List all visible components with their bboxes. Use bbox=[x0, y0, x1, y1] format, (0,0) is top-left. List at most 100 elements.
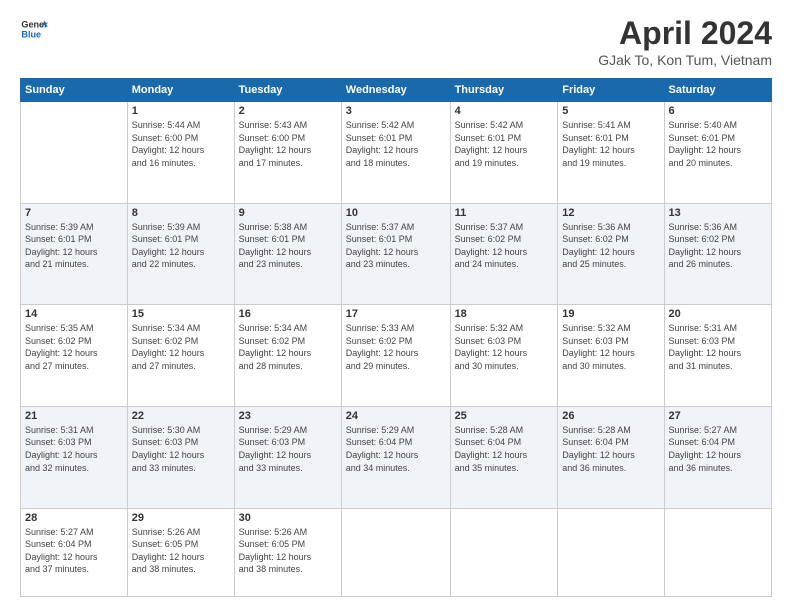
day-info: Sunrise: 5:36 AM Sunset: 6:02 PM Dayligh… bbox=[562, 221, 659, 271]
calendar-day-cell bbox=[21, 102, 128, 204]
calendar-week-row: 7 Sunrise: 5:39 AM Sunset: 6:01 PM Daylig… bbox=[21, 203, 772, 305]
calendar-day-cell: 10Sunrise: 5:37 AM Sunset: 6:01 PM Dayli… bbox=[341, 203, 450, 305]
day-info: Sunrise: 5:32 AM Sunset: 6:03 PM Dayligh… bbox=[455, 322, 554, 372]
calendar-day-cell: 17 Sunrise: 5:33 AM Sunset: 6:02 PM Dayli… bbox=[341, 305, 450, 407]
day-info: Sunrise: 5:42 AM Sunset: 6:01 PM Dayligh… bbox=[346, 119, 446, 169]
header: General Blue April 2024 GJak To, Kon Tum… bbox=[20, 15, 772, 68]
day-info: Sunrise: 5:34 AM Sunset: 6:02 PM Dayligh… bbox=[239, 322, 337, 372]
day-number: 19 bbox=[562, 308, 659, 320]
day-number: 14 bbox=[25, 308, 123, 320]
month-title: April 2024 bbox=[598, 15, 772, 52]
calendar-day-cell: 8Sunrise: 5:39 AM Sunset: 6:01 PM Daylig… bbox=[127, 203, 234, 305]
calendar-day-cell bbox=[664, 508, 771, 597]
day-number: 3 bbox=[346, 105, 446, 117]
calendar-day-cell: 15 Sunrise: 5:34 AM Sunset: 6:02 PM Dayli… bbox=[127, 305, 234, 407]
calendar-table: SundayMondayTuesdayWednesdayThursdayFrid… bbox=[20, 78, 772, 597]
day-number: 11 bbox=[455, 207, 554, 219]
logo: General Blue bbox=[20, 15, 48, 43]
calendar-day-cell bbox=[341, 508, 450, 597]
day-number: 21 bbox=[25, 410, 123, 422]
calendar-day-cell: 24Sunrise: 5:29 AM Sunset: 6:04 PM Dayli… bbox=[341, 406, 450, 508]
calendar-day-cell: 25 Sunrise: 5:28 AM Sunset: 6:04 PM Dayli… bbox=[450, 406, 558, 508]
day-info: Sunrise: 5:43 AM Sunset: 6:00 PM Dayligh… bbox=[239, 119, 337, 169]
day-number: 8 bbox=[132, 207, 230, 219]
calendar-day-cell: 20 Sunrise: 5:31 AM Sunset: 6:03 PM Dayli… bbox=[664, 305, 771, 407]
day-info: Sunrise: 5:41 AM Sunset: 6:01 PM Dayligh… bbox=[562, 119, 659, 169]
day-of-week-header: Saturday bbox=[664, 79, 771, 102]
day-number: 27 bbox=[669, 410, 767, 422]
day-info: Sunrise: 5:33 AM Sunset: 6:02 PM Dayligh… bbox=[346, 322, 446, 372]
calendar-day-cell bbox=[558, 508, 664, 597]
day-info: Sunrise: 5:39 AM Sunset: 6:01 PM Dayligh… bbox=[25, 221, 123, 271]
day-number: 5 bbox=[562, 105, 659, 117]
day-number: 6 bbox=[669, 105, 767, 117]
calendar-day-cell: 18Sunrise: 5:32 AM Sunset: 6:03 PM Dayli… bbox=[450, 305, 558, 407]
day-info: Sunrise: 5:27 AM Sunset: 6:04 PM Dayligh… bbox=[25, 526, 123, 576]
day-info: Sunrise: 5:32 AM Sunset: 6:03 PM Dayligh… bbox=[562, 322, 659, 372]
day-info: Sunrise: 5:26 AM Sunset: 6:05 PM Dayligh… bbox=[132, 526, 230, 576]
calendar-day-cell: 4 Sunrise: 5:42 AM Sunset: 6:01 PM Daylig… bbox=[450, 102, 558, 204]
calendar-day-cell bbox=[450, 508, 558, 597]
calendar-day-cell: 30 Sunrise: 5:26 AM Sunset: 6:05 PM Dayli… bbox=[234, 508, 341, 597]
calendar-day-cell: 9 Sunrise: 5:38 AM Sunset: 6:01 PM Daylig… bbox=[234, 203, 341, 305]
day-info: Sunrise: 5:38 AM Sunset: 6:01 PM Dayligh… bbox=[239, 221, 337, 271]
day-info: Sunrise: 5:42 AM Sunset: 6:01 PM Dayligh… bbox=[455, 119, 554, 169]
day-number: 25 bbox=[455, 410, 554, 422]
calendar-day-cell: 7 Sunrise: 5:39 AM Sunset: 6:01 PM Daylig… bbox=[21, 203, 128, 305]
day-info: Sunrise: 5:35 AM Sunset: 6:02 PM Dayligh… bbox=[25, 322, 123, 372]
day-number: 28 bbox=[25, 512, 123, 524]
day-number: 7 bbox=[25, 207, 123, 219]
calendar-day-cell: 5 Sunrise: 5:41 AM Sunset: 6:01 PM Daylig… bbox=[558, 102, 664, 204]
day-info: Sunrise: 5:27 AM Sunset: 6:04 PM Dayligh… bbox=[669, 424, 767, 474]
calendar-day-cell: 23 Sunrise: 5:29 AM Sunset: 6:03 PM Dayli… bbox=[234, 406, 341, 508]
day-info: Sunrise: 5:31 AM Sunset: 6:03 PM Dayligh… bbox=[669, 322, 767, 372]
calendar-week-row: 14 Sunrise: 5:35 AM Sunset: 6:02 PM Dayli… bbox=[21, 305, 772, 407]
day-of-week-header: Sunday bbox=[21, 79, 128, 102]
day-number: 22 bbox=[132, 410, 230, 422]
calendar-day-cell: 11 Sunrise: 5:37 AM Sunset: 6:02 PM Dayli… bbox=[450, 203, 558, 305]
calendar-week-row: 28 Sunrise: 5:27 AM Sunset: 6:04 PM Dayli… bbox=[21, 508, 772, 597]
day-number: 9 bbox=[239, 207, 337, 219]
day-of-week-header: Thursday bbox=[450, 79, 558, 102]
calendar-day-cell: 29 Sunrise: 5:26 AM Sunset: 6:05 PM Dayli… bbox=[127, 508, 234, 597]
title-section: April 2024 GJak To, Kon Tum, Vietnam bbox=[598, 15, 772, 68]
day-number: 2 bbox=[239, 105, 337, 117]
calendar-day-cell: 14 Sunrise: 5:35 AM Sunset: 6:02 PM Dayli… bbox=[21, 305, 128, 407]
logo-icon: General Blue bbox=[20, 15, 48, 43]
day-info: Sunrise: 5:37 AM Sunset: 6:02 PM Dayligh… bbox=[455, 221, 554, 271]
day-info: Sunrise: 5:28 AM Sunset: 6:04 PM Dayligh… bbox=[562, 424, 659, 474]
calendar-day-cell: 28 Sunrise: 5:27 AM Sunset: 6:04 PM Dayli… bbox=[21, 508, 128, 597]
day-number: 4 bbox=[455, 105, 554, 117]
svg-text:Blue: Blue bbox=[21, 29, 41, 39]
calendar-day-cell: 12 Sunrise: 5:36 AM Sunset: 6:02 PM Dayli… bbox=[558, 203, 664, 305]
day-info: Sunrise: 5:29 AM Sunset: 6:03 PM Dayligh… bbox=[239, 424, 337, 474]
day-info: Sunrise: 5:34 AM Sunset: 6:02 PM Dayligh… bbox=[132, 322, 230, 372]
day-number: 12 bbox=[562, 207, 659, 219]
day-info: Sunrise: 5:36 AM Sunset: 6:02 PM Dayligh… bbox=[669, 221, 767, 271]
day-number: 17 bbox=[346, 308, 446, 320]
day-info: Sunrise: 5:37 AM Sunset: 6:01 PM Dayligh… bbox=[346, 221, 446, 271]
day-info: Sunrise: 5:29 AM Sunset: 6:04 PM Dayligh… bbox=[346, 424, 446, 474]
day-number: 29 bbox=[132, 512, 230, 524]
day-of-week-header: Friday bbox=[558, 79, 664, 102]
calendar-day-cell: 3 Sunrise: 5:42 AM Sunset: 6:01 PM Daylig… bbox=[341, 102, 450, 204]
day-number: 20 bbox=[669, 308, 767, 320]
location: GJak To, Kon Tum, Vietnam bbox=[598, 52, 772, 68]
day-of-week-header: Wednesday bbox=[341, 79, 450, 102]
calendar-week-row: 21Sunrise: 5:31 AM Sunset: 6:03 PM Dayli… bbox=[21, 406, 772, 508]
day-number: 15 bbox=[132, 308, 230, 320]
day-info: Sunrise: 5:44 AM Sunset: 6:00 PM Dayligh… bbox=[132, 119, 230, 169]
calendar-header-row: SundayMondayTuesdayWednesdayThursdayFrid… bbox=[21, 79, 772, 102]
calendar-day-cell: 19 Sunrise: 5:32 AM Sunset: 6:03 PM Dayli… bbox=[558, 305, 664, 407]
day-number: 30 bbox=[239, 512, 337, 524]
day-info: Sunrise: 5:26 AM Sunset: 6:05 PM Dayligh… bbox=[239, 526, 337, 576]
day-number: 1 bbox=[132, 105, 230, 117]
calendar-day-cell: 16 Sunrise: 5:34 AM Sunset: 6:02 PM Dayli… bbox=[234, 305, 341, 407]
calendar-day-cell: 6Sunrise: 5:40 AM Sunset: 6:01 PM Daylig… bbox=[664, 102, 771, 204]
day-info: Sunrise: 5:28 AM Sunset: 6:04 PM Dayligh… bbox=[455, 424, 554, 474]
day-number: 16 bbox=[239, 308, 337, 320]
calendar-day-cell: 21Sunrise: 5:31 AM Sunset: 6:03 PM Dayli… bbox=[21, 406, 128, 508]
calendar-week-row: 1 Sunrise: 5:44 AM Sunset: 6:00 PM Daylig… bbox=[21, 102, 772, 204]
day-number: 23 bbox=[239, 410, 337, 422]
day-number: 26 bbox=[562, 410, 659, 422]
